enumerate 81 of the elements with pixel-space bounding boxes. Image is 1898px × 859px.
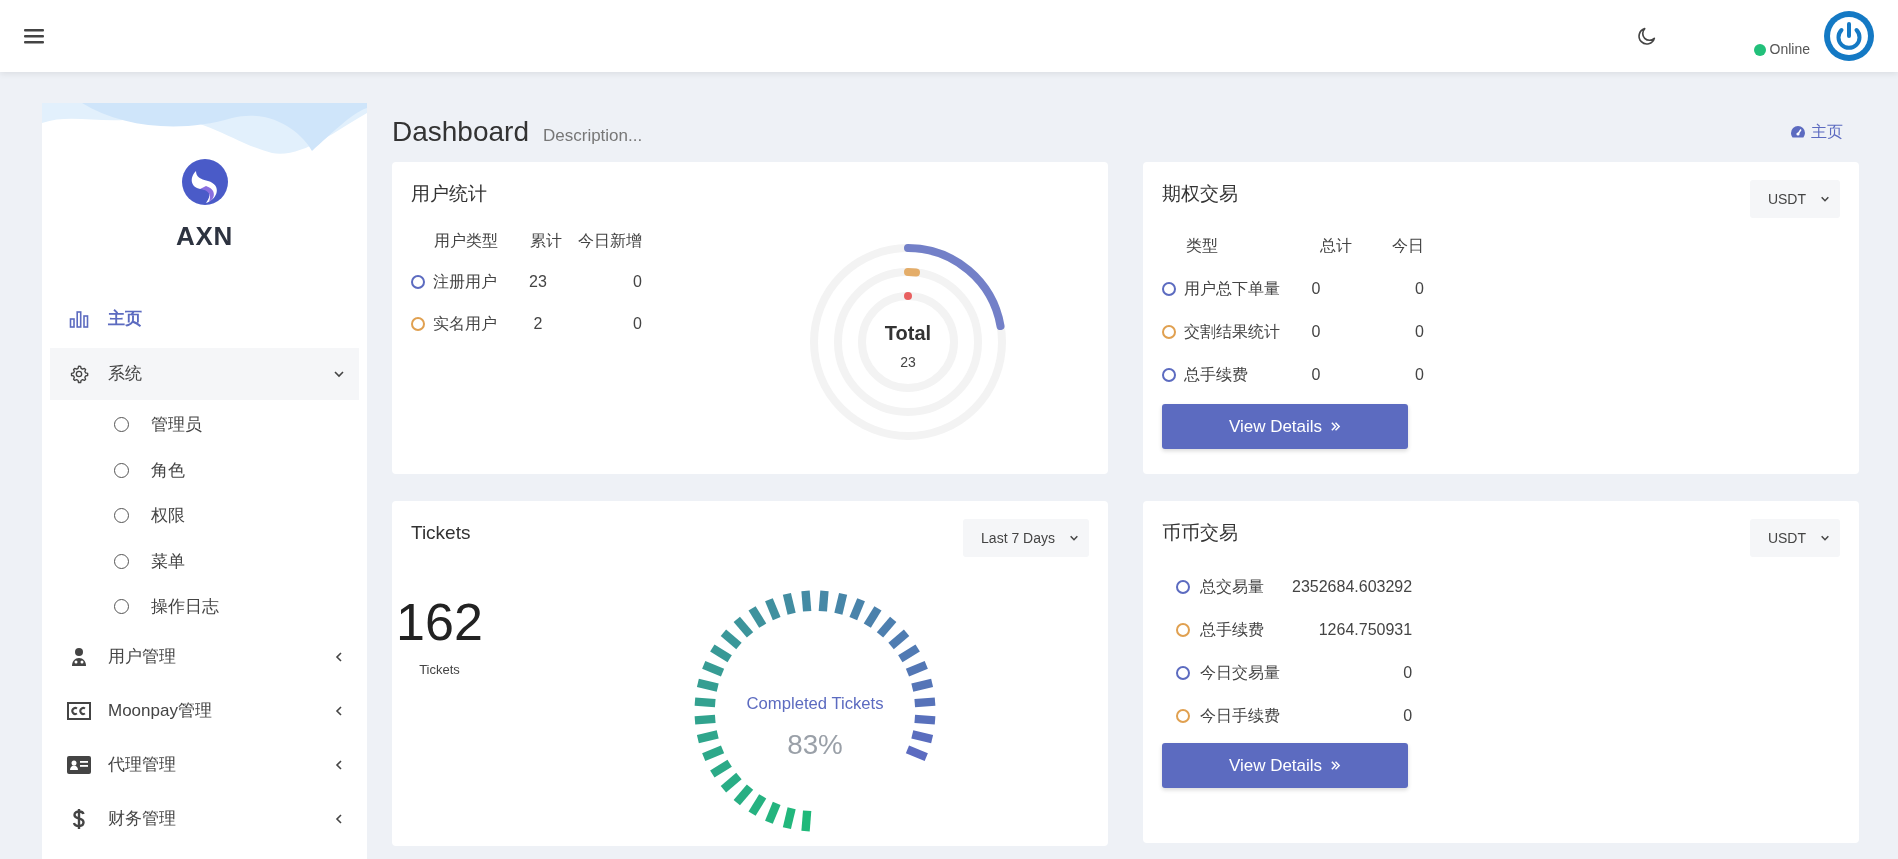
page-title: Dashboard xyxy=(392,115,529,149)
sidebar-item[interactable]: 财务管理 xyxy=(50,792,359,845)
submenu-item[interactable]: 管理员 xyxy=(50,402,359,448)
logo-icon xyxy=(181,159,228,205)
dashboard-icon xyxy=(1790,124,1806,140)
view-details-button[interactable]: View Details xyxy=(1162,743,1408,788)
sidebar-item[interactable]: 系统 xyxy=(50,348,359,400)
table-cell: 0 xyxy=(1403,663,1413,681)
moon-icon[interactable] xyxy=(1635,25,1658,47)
chevron-down-icon xyxy=(1069,533,1079,543)
table-cell: 今日交易量 xyxy=(1200,663,1280,681)
bar-chart-icon xyxy=(69,309,89,329)
table-cell: 0 xyxy=(633,314,642,332)
user-icon xyxy=(69,646,89,667)
sidebar-item[interactable]: 用户管理 xyxy=(50,630,359,683)
submenu-item[interactable]: 权限 xyxy=(50,493,359,539)
chevron-left-icon xyxy=(333,812,345,825)
card-title: 期权交易 xyxy=(1162,182,1238,206)
chevron-down-icon xyxy=(1820,533,1830,543)
gauge-value: 83% xyxy=(787,728,843,760)
view-details-button[interactable]: View Details xyxy=(1162,404,1408,449)
table-cell: 交割结果统计 xyxy=(1184,322,1280,340)
ticket-count: 162 xyxy=(396,596,483,648)
breadcrumb-link[interactable]: 主页 xyxy=(1811,120,1843,144)
table-cell: 0 xyxy=(1415,279,1424,297)
table-cell: 0 xyxy=(1415,322,1424,340)
column-header: 今日 xyxy=(1392,236,1424,254)
table-cell: 总手续费 xyxy=(1200,620,1264,638)
chevron-down-icon xyxy=(1820,194,1830,204)
sidebar-item[interactable]: 主页 xyxy=(50,293,359,345)
column-header: 累计 xyxy=(529,230,562,251)
double-chevron-icon xyxy=(1330,421,1342,432)
submenu-item[interactable]: 菜单 xyxy=(50,538,359,584)
table-cell: 0 xyxy=(1415,365,1424,383)
submenu-item[interactable]: 角色 xyxy=(50,447,359,493)
table-cell: 0 xyxy=(1311,279,1321,297)
online-status: Online xyxy=(1769,40,1810,59)
card-title: Tickets xyxy=(411,521,471,545)
card-title: 币币交易 xyxy=(1162,521,1238,545)
chevron-left-icon xyxy=(333,650,345,663)
gauge-label: Completed Tickets xyxy=(746,694,884,714)
ticket-count-label: Tickets xyxy=(419,661,460,679)
column-header: 总计 xyxy=(1320,236,1352,254)
table-cell: 总交易量 xyxy=(1200,577,1264,595)
table-cell: 2 xyxy=(533,314,543,332)
chevron-down-icon xyxy=(333,368,345,380)
column-header: 类型 xyxy=(1186,236,1218,254)
table-cell: 实名用户 xyxy=(433,314,497,332)
power-avatar-icon[interactable] xyxy=(1824,11,1874,61)
table-cell: 用户总下单量 xyxy=(1184,279,1280,297)
table-cell: 0 xyxy=(633,272,642,290)
chart-center-value: 23 xyxy=(900,354,916,370)
column-header: 用户类型 xyxy=(433,230,499,251)
table-cell: 1264.750931 xyxy=(1318,620,1413,638)
gear-icon xyxy=(69,364,89,384)
brand-name: AXN xyxy=(176,220,233,253)
chart-center-label: Total xyxy=(884,322,932,344)
page-description: Description... xyxy=(543,125,643,148)
table-cell: 0 xyxy=(1311,365,1321,383)
column-header: 今日新增 xyxy=(562,220,642,261)
double-chevron-icon xyxy=(1330,760,1342,771)
currency-select[interactable]: USDT xyxy=(1749,519,1840,557)
sidebar-item[interactable]: 代理管理 xyxy=(50,738,359,791)
chevron-left-icon xyxy=(333,758,345,771)
submenu-item[interactable]: 操作日志 xyxy=(50,584,359,630)
card-title: 用户统计 xyxy=(411,182,488,206)
table-cell: 0 xyxy=(1311,322,1321,340)
table-cell: 注册用户 xyxy=(433,272,497,290)
menu-icon[interactable] xyxy=(24,28,44,44)
sidebar-item[interactable]: Moonpay管理 xyxy=(50,684,359,737)
chevron-left-icon xyxy=(333,704,345,717)
id-card-icon xyxy=(67,755,91,774)
table-cell: 23 xyxy=(529,272,547,290)
table-cell: 2352684.603292 xyxy=(1292,577,1413,595)
table-cell: 总手续费 xyxy=(1184,365,1248,383)
table-cell: 0 xyxy=(1403,706,1413,724)
currency-select[interactable]: USDT xyxy=(1749,180,1840,218)
cc-icon xyxy=(67,701,91,720)
table-cell: 今日手续费 xyxy=(1200,706,1280,724)
period-select[interactable]: Last 7 Days xyxy=(963,519,1089,557)
dollar-icon xyxy=(72,807,86,830)
